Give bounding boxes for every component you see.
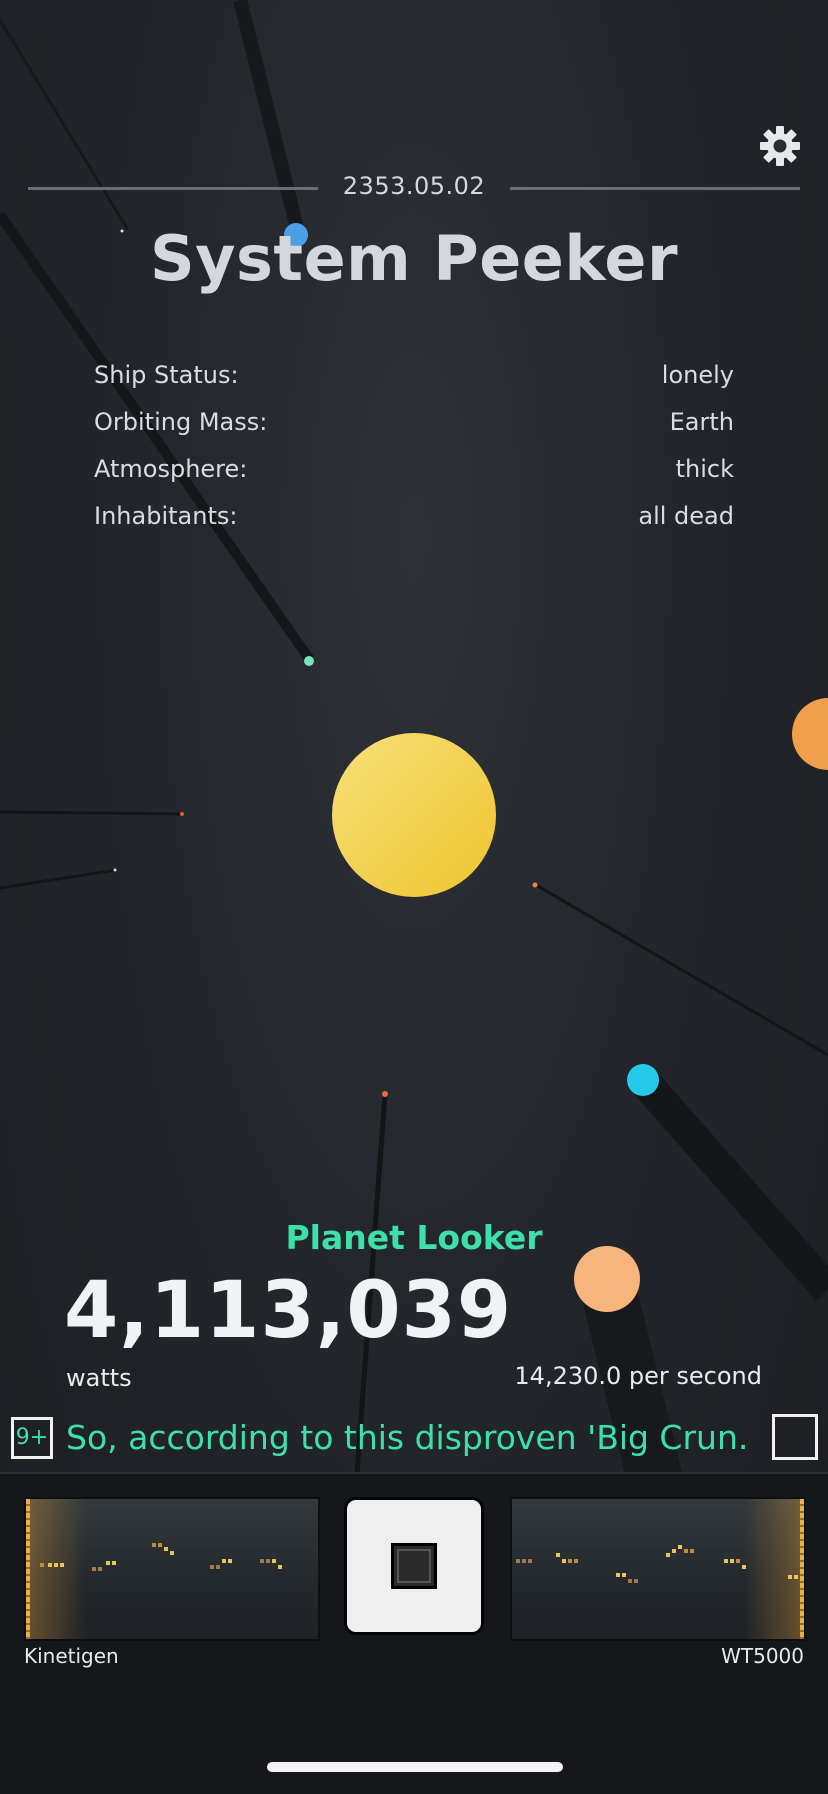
waveform-pixel <box>228 1559 232 1563</box>
info-label-orbiting-mass: Orbiting Mass: <box>94 408 268 436</box>
home-indicator[interactable] <box>267 1762 563 1772</box>
waveform-pixel <box>556 1553 560 1557</box>
watts-per-second: 14,230.0 per second <box>514 1362 762 1390</box>
waveform-pixel <box>60 1563 64 1567</box>
cyan-planet[interactable] <box>627 1064 659 1096</box>
info-value-orbiting-mass: Earth <box>669 408 734 436</box>
watts-unit-label: watts <box>66 1364 132 1392</box>
waveform-pixel <box>690 1549 694 1553</box>
orange-star <box>532 882 538 888</box>
message-count-badge[interactable]: 9+ <box>11 1417 53 1459</box>
star-trail <box>0 19 130 231</box>
waveform-pixel <box>170 1551 174 1555</box>
watts-counter: 4,113,039 <box>64 1266 513 1356</box>
planet-name: Planet Looker <box>285 1218 543 1257</box>
message-checkbox[interactable] <box>772 1414 818 1460</box>
planet-trail <box>233 0 307 242</box>
info-label-inhabitants: Inhabitants: <box>94 502 238 530</box>
orange-planet[interactable] <box>792 698 828 770</box>
generator-label-left: Kinetigen <box>24 1644 119 1668</box>
message-ticker[interactable]: So, according to this disproven 'Big Cru… <box>66 1416 750 1460</box>
page-title: System Peeker <box>149 222 679 295</box>
waveform-pixel <box>528 1559 532 1563</box>
orange-star <box>382 1091 388 1097</box>
waveform-pixel <box>266 1559 270 1563</box>
energy-edge-left <box>26 1499 30 1639</box>
info-value-inhabitants: all dead <box>638 502 734 530</box>
card-glow <box>744 1499 804 1639</box>
stop-square-inner <box>397 1549 431 1583</box>
waveform-pixel <box>736 1559 740 1563</box>
waveform-pixel <box>278 1565 282 1569</box>
energy-edge-right <box>800 1499 804 1639</box>
info-label-atmosphere: Atmosphere: <box>94 455 248 483</box>
info-value-ship-status: lonely <box>661 361 734 389</box>
waveform-pixel <box>742 1565 746 1569</box>
header-divider-right <box>510 187 800 190</box>
stop-square-icon <box>391 1543 437 1589</box>
waveform-pixel <box>106 1561 110 1565</box>
info-value-atmosphere: thick <box>675 455 734 483</box>
settings-button[interactable] <box>756 122 804 170</box>
waveform-pixel <box>158 1543 162 1547</box>
star-trail <box>0 810 183 816</box>
header-divider-left <box>28 187 318 190</box>
waveform-pixel <box>622 1573 626 1577</box>
waveform-pixel <box>788 1575 792 1579</box>
planet-trail <box>630 1069 828 1301</box>
waveform-pixel <box>48 1563 52 1567</box>
waveform-pixel <box>724 1559 728 1563</box>
white-star <box>113 868 117 872</box>
waveform-pixel <box>794 1575 798 1579</box>
waveform-pixel <box>516 1559 520 1563</box>
waveform-pixel <box>272 1559 276 1563</box>
generator-card-wt5000[interactable] <box>510 1497 806 1641</box>
planet-trail <box>578 1273 688 1500</box>
waveform-pixel <box>98 1567 102 1571</box>
date-label: 2353.05.02 <box>342 172 486 200</box>
waveform-pixel <box>666 1553 670 1557</box>
waveform-pixel <box>112 1561 116 1565</box>
waveform-pixel <box>634 1579 638 1583</box>
waveform-pixel <box>260 1559 264 1563</box>
green-planet[interactable] <box>304 656 314 666</box>
star-trail <box>535 883 828 1057</box>
waveform-pixel <box>568 1559 572 1563</box>
waveform-pixel <box>562 1559 566 1563</box>
waveform-pixel <box>628 1579 632 1583</box>
info-label-ship-status: Ship Status: <box>94 361 239 389</box>
generator-label-right: WT5000 <box>721 1644 804 1668</box>
gear-icon <box>760 126 800 166</box>
generator-card-kinetigen[interactable] <box>24 1497 320 1641</box>
red-star <box>180 812 184 816</box>
star-trail <box>0 868 117 890</box>
waveform-pixel <box>92 1567 96 1571</box>
waveform-pixel <box>684 1549 688 1553</box>
waveform-pixel <box>216 1565 220 1569</box>
card-glow <box>26 1499 86 1639</box>
waveform-pixel <box>210 1565 214 1569</box>
waveform-pixel <box>522 1559 526 1563</box>
stop-button[interactable] <box>344 1497 484 1635</box>
waveform-pixel <box>616 1573 620 1577</box>
waveform-pixel <box>730 1559 734 1563</box>
waveform-pixel <box>222 1559 226 1563</box>
waveform-pixel <box>54 1563 58 1567</box>
waveform-pixel <box>574 1559 578 1563</box>
waveform-pixel <box>152 1543 156 1547</box>
waveform-pixel <box>164 1547 168 1551</box>
waveform-pixel <box>672 1549 676 1553</box>
waveform-pixel <box>40 1563 44 1567</box>
waveform-pixel <box>678 1545 682 1549</box>
sun[interactable] <box>332 733 496 897</box>
